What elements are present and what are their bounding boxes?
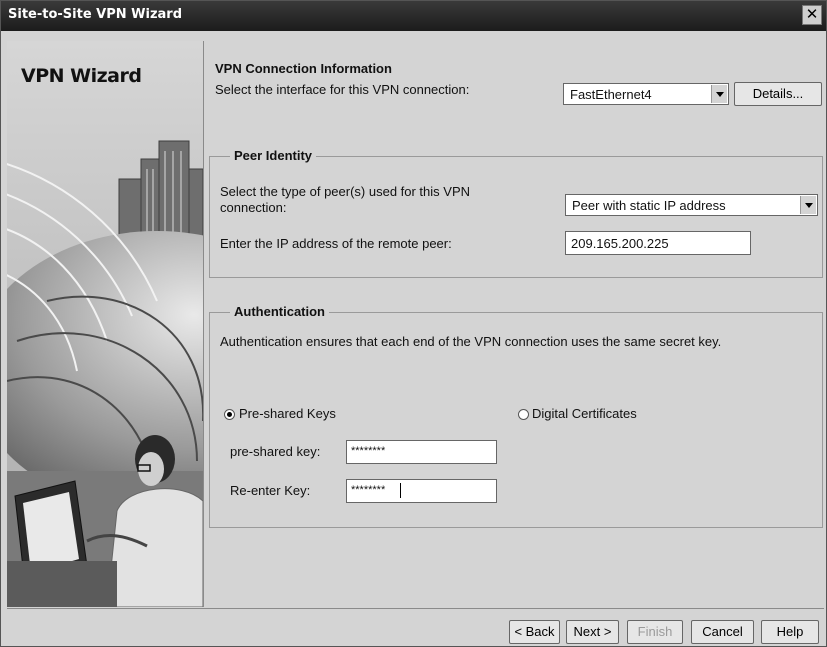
- text-caret: [400, 483, 401, 498]
- wizard-illustration-panel: VPN Wizard: [7, 41, 204, 607]
- close-button[interactable]: ✕: [802, 5, 822, 25]
- reenter-key-label: Re-enter Key:: [230, 483, 311, 498]
- back-button[interactable]: < Back: [509, 620, 560, 644]
- window-title: Site-to-Site VPN Wizard: [8, 7, 183, 22]
- preshared-key-input[interactable]: ********: [346, 440, 497, 464]
- interface-select-value: FastEthernet4: [570, 87, 652, 102]
- reenter-key-value: ********: [351, 484, 386, 496]
- peer-ip-value: 209.165.200.225: [571, 236, 669, 251]
- sidebar-title: VPN Wizard: [21, 65, 142, 87]
- digital-certificates-label[interactable]: Digital Certificates: [532, 406, 637, 421]
- footer-divider: [7, 608, 824, 609]
- next-button[interactable]: Next >: [566, 620, 619, 644]
- title-bar: Site-to-Site VPN Wizard ✕: [1, 1, 826, 31]
- help-button[interactable]: Help: [761, 620, 819, 644]
- authentication-group: Authentication Authentication ensures th…: [209, 304, 823, 528]
- peer-identity-legend: Peer Identity: [230, 148, 317, 163]
- vpn-illustration: [7, 41, 203, 607]
- peer-identity-group: Peer Identity Select the type of peer(s)…: [209, 148, 823, 278]
- peer-type-select[interactable]: Peer with static IP address: [565, 194, 818, 216]
- connection-section-title: VPN Connection Information: [215, 61, 392, 76]
- peer-ip-input[interactable]: 209.165.200.225: [565, 231, 751, 255]
- interface-label: Select the interface for this VPN connec…: [215, 82, 470, 97]
- chevron-down-icon[interactable]: [711, 85, 727, 103]
- close-icon: ✕: [805, 6, 819, 23]
- preshared-key-value: ********: [351, 445, 386, 457]
- peer-type-label-line2: connection:: [220, 200, 287, 215]
- peer-type-label-line1: Select the type of peer(s) used for this…: [220, 184, 471, 199]
- cancel-button[interactable]: Cancel: [691, 620, 754, 644]
- finish-button[interactable]: Finish: [627, 620, 683, 644]
- preshared-keys-radio[interactable]: [224, 409, 235, 420]
- vpn-wizard-window: Site-to-Site VPN Wizard ✕ VPN Wizard VPN…: [0, 0, 827, 647]
- details-button[interactable]: Details...: [734, 82, 822, 106]
- reenter-key-input[interactable]: ********: [346, 479, 497, 503]
- peer-ip-label: Enter the IP address of the remote peer:: [220, 236, 452, 251]
- digital-certificates-radio[interactable]: [518, 409, 529, 420]
- preshared-key-label: pre-shared key:: [230, 444, 321, 459]
- peer-type-select-value: Peer with static IP address: [572, 198, 726, 213]
- preshared-keys-label[interactable]: Pre-shared Keys: [239, 406, 336, 421]
- interface-select[interactable]: FastEthernet4: [563, 83, 729, 105]
- wizard-content: VPN Connection Information Select the in…: [203, 41, 825, 607]
- authentication-description: Authentication ensures that each end of …: [220, 334, 722, 349]
- authentication-legend: Authentication: [230, 304, 329, 319]
- chevron-down-icon[interactable]: [800, 196, 816, 214]
